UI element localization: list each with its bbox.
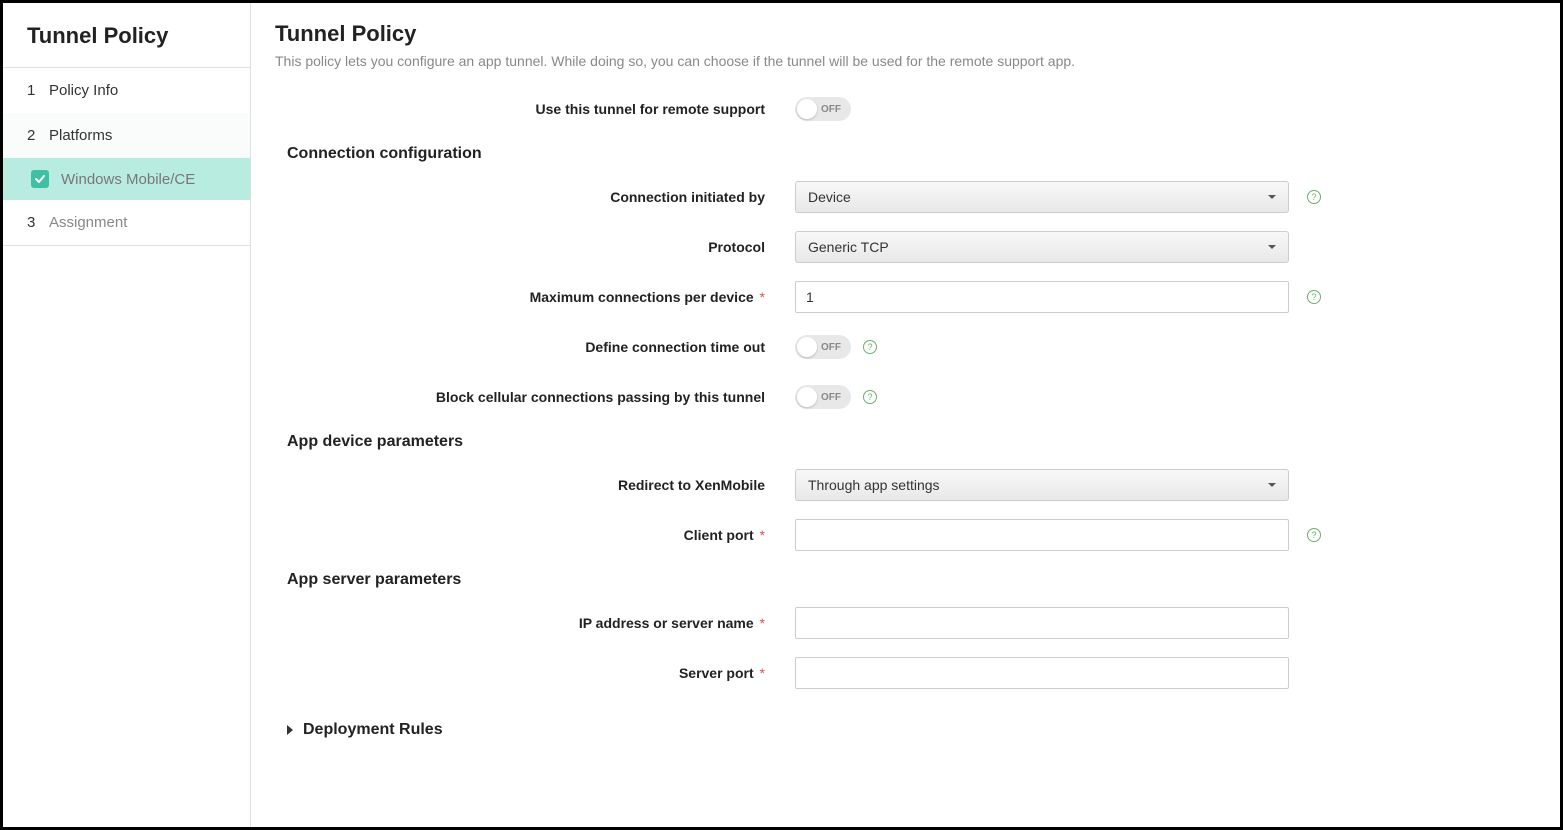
deployment-rules-title: Deployment Rules: [303, 721, 443, 739]
toggle-state: OFF: [821, 392, 841, 403]
label-protocol: Protocol: [275, 239, 795, 255]
sidebar-item-assignment[interactable]: 3 Assignment: [3, 200, 250, 246]
main-content: Tunnel Policy This policy lets you confi…: [251, 3, 1560, 827]
toggle-state: OFF: [821, 104, 841, 115]
sidebar: Tunnel Policy 1 Policy Info 2 Platforms …: [3, 3, 251, 827]
select-value: Through app settings: [808, 477, 940, 493]
sidebar-item-policy-info[interactable]: 1 Policy Info: [3, 68, 250, 113]
input-ip-server[interactable]: [795, 607, 1289, 639]
select-redirect-xenmobile[interactable]: Through app settings: [795, 469, 1289, 501]
input-server-port[interactable]: [795, 657, 1289, 689]
help-icon[interactable]: ?: [863, 390, 877, 404]
sidebar-title: Tunnel Policy: [3, 3, 250, 68]
label-ip-server: IP address or server name *: [275, 615, 795, 631]
label-conn-initiated-by: Connection initiated by: [275, 189, 795, 205]
sidebar-item-number: 2: [27, 127, 39, 144]
sidebar-item-label: Platforms: [49, 127, 112, 144]
toggle-block-cellular[interactable]: OFF: [795, 385, 851, 409]
page-description: This policy lets you configure an app tu…: [275, 53, 1536, 69]
label-max-connections: Maximum connections per device *: [275, 289, 795, 305]
label-client-port: Client port *: [275, 527, 795, 543]
page-title: Tunnel Policy: [275, 21, 1536, 47]
toggle-state: OFF: [821, 342, 841, 353]
label-conn-timeout: Define connection time out: [275, 339, 795, 355]
select-value: Device: [808, 189, 851, 205]
label-remote-support: Use this tunnel for remote support: [275, 101, 795, 117]
chevron-down-icon: [1268, 195, 1276, 199]
select-protocol[interactable]: Generic TCP: [795, 231, 1289, 263]
sidebar-subitem-windows-mobile-ce[interactable]: Windows Mobile/CE: [3, 158, 250, 200]
toggle-knob-icon: [797, 337, 817, 357]
section-app-device-params: App device parameters: [287, 433, 1536, 451]
label-redirect-xenmobile: Redirect to XenMobile: [275, 477, 795, 493]
sidebar-item-label: Policy Info: [49, 82, 118, 99]
select-value: Generic TCP: [808, 239, 889, 255]
input-client-port[interactable]: [795, 519, 1289, 551]
section-connection-config: Connection configuration: [287, 145, 1536, 163]
chevron-down-icon: [1268, 245, 1276, 249]
chevron-down-icon: [1268, 483, 1276, 487]
help-icon[interactable]: ?: [1307, 528, 1321, 542]
toggle-conn-timeout[interactable]: OFF: [795, 335, 851, 359]
sidebar-item-number: 1: [27, 82, 39, 99]
help-icon[interactable]: ?: [863, 340, 877, 354]
section-app-server-params: App server parameters: [287, 571, 1536, 589]
select-conn-initiated-by[interactable]: Device: [795, 181, 1289, 213]
toggle-remote-support[interactable]: OFF: [795, 97, 851, 121]
sidebar-item-number: 3: [27, 214, 39, 231]
sidebar-item-label: Assignment: [49, 214, 127, 231]
toggle-knob-icon: [797, 99, 817, 119]
triangle-right-icon: [287, 725, 293, 735]
help-icon[interactable]: ?: [1307, 190, 1321, 204]
toggle-knob-icon: [797, 387, 817, 407]
section-deployment-rules[interactable]: Deployment Rules: [287, 721, 1536, 739]
sidebar-item-platforms[interactable]: 2 Platforms: [3, 113, 250, 158]
sidebar-subitem-label: Windows Mobile/CE: [61, 171, 195, 188]
checkbox-checked-icon: [31, 170, 49, 188]
label-server-port: Server port *: [275, 665, 795, 681]
input-max-connections[interactable]: [795, 281, 1289, 313]
help-icon[interactable]: ?: [1307, 290, 1321, 304]
label-block-cellular: Block cellular connections passing by th…: [275, 389, 795, 405]
